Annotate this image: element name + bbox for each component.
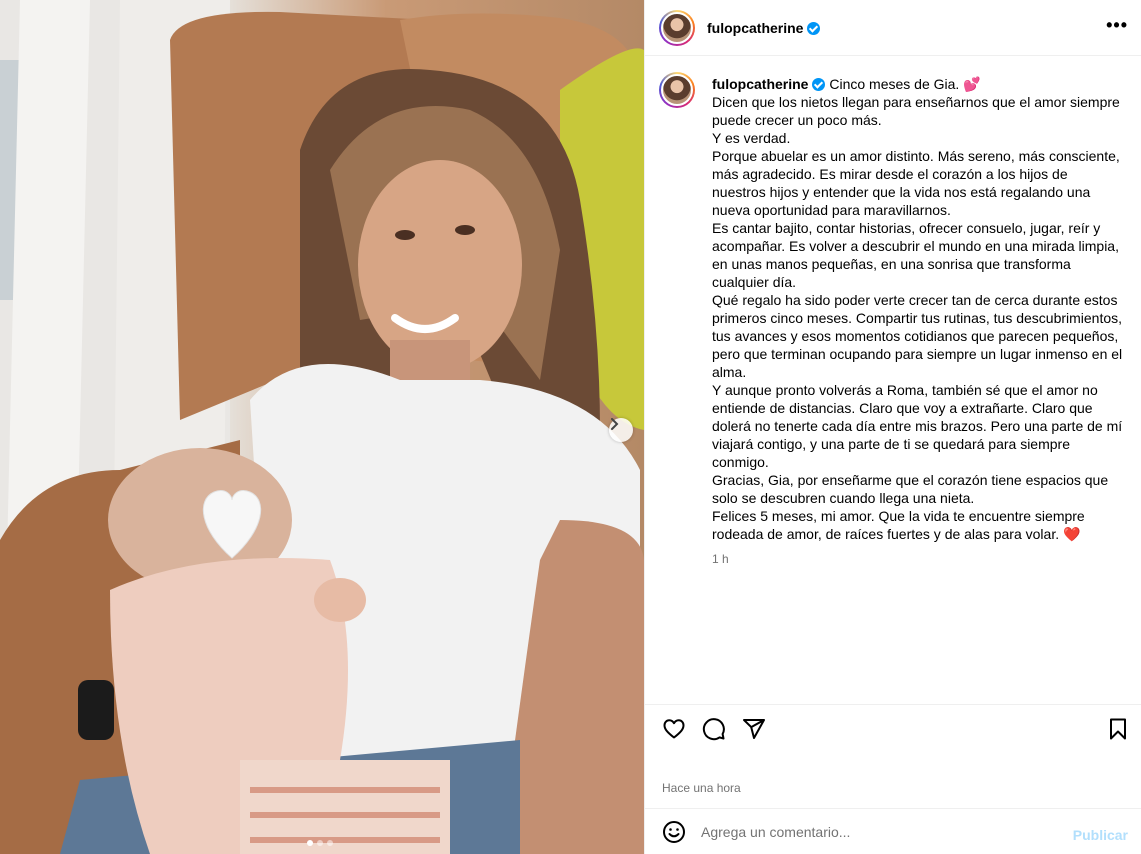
caption: fulopcatherine Cinco meses de Gia. 💕 Dic… (712, 75, 1124, 543)
post-header: fulopcatherine ••• (645, 0, 1141, 56)
save-button[interactable] (1105, 717, 1131, 743)
username-text: fulopcatherine (712, 76, 809, 92)
post-date[interactable]: Hace una hora (662, 781, 741, 795)
caption-first-line: Cinco meses de Gia. (829, 76, 960, 92)
caption-line: Felices 5 meses, mi amor. Que la vida te… (712, 508, 1085, 542)
caption-section: fulopcatherine Cinco meses de Gia. 💕 Dic… (645, 56, 1141, 704)
caption-line: Dicen que los nietos llegan para enseñar… (712, 94, 1120, 128)
post-side-panel: fulopcatherine ••• fulopcatherine Cinco … (644, 0, 1141, 854)
hearts-emoji-icon: 💕 (963, 76, 981, 92)
avatar[interactable] (659, 72, 695, 108)
caption-timestamp[interactable]: 1 h (712, 552, 729, 566)
verified-badge-icon (807, 22, 821, 35)
caption-line: Y es verdad. (712, 130, 791, 146)
chevron-right-icon (611, 418, 619, 430)
carousel-next-button[interactable] (609, 418, 633, 442)
carousel-dot (307, 840, 313, 846)
emoji-picker-button[interactable] (661, 820, 687, 846)
caption-line: Es cantar bajito, contar historias, ofre… (712, 220, 1119, 290)
share-button[interactable] (741, 717, 767, 743)
red-heart-emoji-icon: ❤️ (1063, 526, 1081, 542)
publish-button[interactable]: Publicar (1073, 827, 1128, 843)
carousel-indicator (307, 840, 333, 846)
paper-plane-icon (743, 719, 765, 739)
heart-icon (663, 719, 685, 739)
smiley-icon (663, 821, 685, 843)
speech-bubble-icon (702, 718, 725, 741)
carousel-dot (327, 840, 333, 846)
bookmark-icon (1110, 718, 1126, 740)
comment-button[interactable] (701, 717, 727, 743)
caption-line: Y aunque pronto volverás a Roma, también… (712, 382, 1123, 470)
caption-line: Qué regalo ha sido poder verte crecer ta… (712, 292, 1123, 380)
more-options-button[interactable]: ••• (1106, 16, 1128, 34)
like-button[interactable] (661, 717, 687, 743)
post-photo (0, 0, 644, 854)
caption-line: Porque abuelar es un amor distinto. Más … (712, 148, 1120, 218)
post-media[interactable] (0, 0, 644, 854)
action-bar (645, 704, 1141, 756)
verified-badge-icon (812, 78, 826, 91)
username-text: fulopcatherine (707, 20, 804, 36)
caption-username-link[interactable]: fulopcatherine (712, 76, 826, 92)
caption-line: Gracias, Gia, por enseñarme que el coraz… (712, 472, 1109, 506)
comment-bar: Publicar (645, 808, 1141, 854)
avatar[interactable] (659, 10, 695, 46)
carousel-dot (317, 840, 323, 846)
username-link[interactable]: fulopcatherine (707, 20, 821, 36)
comment-input[interactable] (701, 820, 1061, 844)
